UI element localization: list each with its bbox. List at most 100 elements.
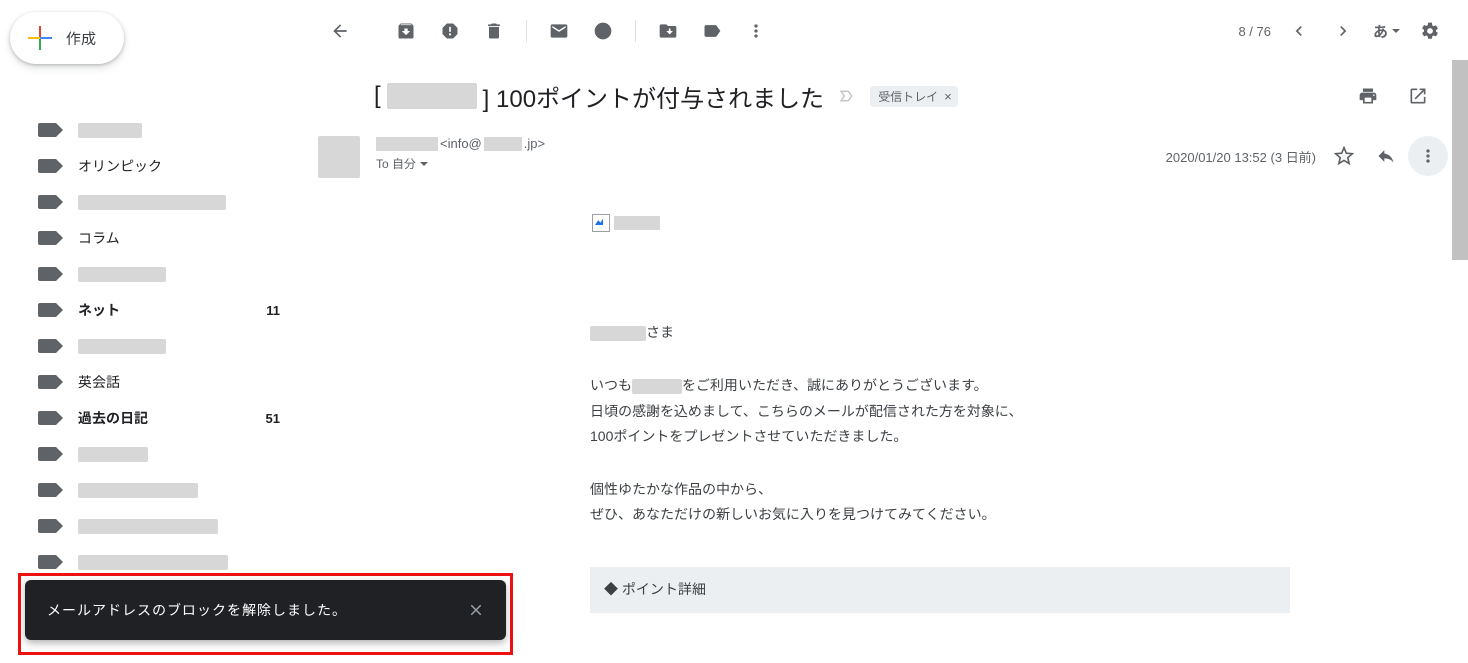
move-to-button[interactable] — [646, 9, 690, 53]
label-text — [78, 554, 280, 571]
message-more-button[interactable] — [1408, 136, 1448, 176]
chip-remove-icon[interactable]: × — [944, 89, 952, 104]
redacted-text — [387, 83, 477, 109]
print-button[interactable] — [1346, 74, 1390, 118]
sidebar-label[interactable]: 過去の日記51 — [0, 400, 300, 436]
label-text — [78, 518, 280, 535]
compose-button[interactable]: 作成 — [10, 12, 124, 64]
sidebar-label[interactable] — [0, 112, 300, 148]
chip-label: 受信トレイ — [878, 88, 938, 105]
open-new-window-button[interactable] — [1396, 74, 1440, 118]
important-icon[interactable] — [838, 88, 856, 104]
to-line[interactable]: To 自分 — [376, 155, 1166, 172]
label-chip-inbox[interactable]: 受信トレイ × — [870, 86, 958, 107]
toolbar: 8 / 76 あ — [300, 0, 1468, 62]
from-email-suffix: .jp> — [524, 136, 545, 151]
label-text: 英会話 — [78, 372, 280, 392]
redacted-text — [78, 555, 228, 570]
main: 8 / 76 あ [ ] 100ポイントが付与されました — [300, 0, 1468, 663]
archive-button[interactable] — [384, 9, 428, 53]
to-text: To 自分 — [376, 155, 416, 172]
from-line: <info@ .jp> — [376, 136, 1166, 151]
label-count: 51 — [266, 411, 280, 426]
label-icon — [38, 231, 56, 245]
label-icon — [38, 375, 56, 389]
redacted-text — [78, 123, 142, 138]
caret-down-icon — [420, 162, 428, 166]
labels-button[interactable] — [690, 9, 734, 53]
subject-row: [ ] 100ポイントが付与されました 受信トレイ × — [300, 62, 1468, 128]
label-text — [78, 194, 280, 211]
avatar — [318, 136, 360, 178]
settings-button[interactable] — [1408, 9, 1452, 53]
redacted-text — [78, 195, 226, 210]
more-actions-button[interactable] — [734, 9, 778, 53]
label-icon — [38, 159, 56, 173]
caret-down-icon — [1392, 29, 1400, 33]
label-icon — [38, 267, 56, 281]
plus-icon — [28, 26, 52, 50]
redacted-text — [78, 519, 218, 534]
sidebar-label[interactable]: ネット11 — [0, 292, 300, 328]
scrollbar[interactable] — [1452, 60, 1468, 260]
input-method-label: あ — [1373, 21, 1388, 42]
sidebar-label[interactable]: 英会話 — [0, 364, 300, 400]
reply-button[interactable] — [1366, 136, 1406, 176]
body-line: いつもをご利用いただき、誠にありがとうございます。 — [590, 373, 1290, 398]
body-line: 日頃の感謝を込めまして、こちらのメールが配信された方を対象に、 — [590, 399, 1290, 424]
broken-image-icon — [590, 212, 666, 234]
label-text — [78, 338, 280, 355]
redacted-text — [78, 483, 198, 498]
spam-button[interactable] — [428, 9, 472, 53]
toast-text: メールアドレスのブロックを解除しました。 — [47, 600, 347, 620]
toast-close-button[interactable] — [460, 594, 492, 626]
prev-message-button[interactable] — [1277, 9, 1321, 53]
message-counter: 8 / 76 — [1238, 24, 1271, 39]
redacted-text — [614, 216, 660, 230]
label-icon — [38, 411, 56, 425]
toast-highlight: メールアドレスのブロックを解除しました。 — [18, 573, 513, 655]
from-email-prefix: <info@ — [440, 136, 482, 151]
sidebar-label[interactable] — [0, 508, 300, 544]
star-button[interactable] — [1324, 136, 1364, 176]
label-icon — [38, 339, 56, 353]
label-count: 11 — [266, 303, 280, 318]
delete-button[interactable] — [472, 9, 516, 53]
sidebar-label[interactable]: オリンピック — [0, 148, 300, 184]
redacted-text — [484, 137, 522, 151]
label-icon — [38, 195, 56, 209]
sidebar-label[interactable] — [0, 328, 300, 364]
label-text — [78, 482, 280, 499]
message-body: さま いつもをご利用いただき、誠にありがとうございます。 日頃の感謝を込めまして… — [300, 182, 1468, 613]
redacted-text — [590, 326, 646, 341]
body-line: 個性ゆたかな作品の中から、 — [590, 477, 1290, 502]
label-text: ネット — [78, 300, 266, 320]
mark-unread-button[interactable] — [537, 9, 581, 53]
label-text — [78, 122, 280, 139]
sidebar-label[interactable] — [0, 436, 300, 472]
body-line: ぜひ、あなただけの新しいお気に入りを見つけてみてください。 — [590, 502, 1290, 527]
next-message-button[interactable] — [1321, 9, 1365, 53]
toast: メールアドレスのブロックを解除しました。 — [25, 580, 506, 640]
sidebar-label[interactable]: コラム — [0, 220, 300, 256]
sidebar-label[interactable] — [0, 472, 300, 508]
label-icon — [38, 483, 56, 497]
subject-text: ] 100ポイントが付与されました — [483, 79, 824, 114]
label-text — [78, 446, 280, 463]
message-date: 2020/01/20 13:52 (3 日前) — [1166, 147, 1316, 166]
redacted-text — [632, 379, 682, 394]
section-header: ◆ ポイント詳細 — [590, 567, 1290, 612]
subject: [ ] 100ポイントが付与されました — [374, 79, 824, 114]
redacted-text — [78, 267, 166, 282]
input-method-button[interactable]: あ — [1365, 21, 1408, 42]
redacted-text — [78, 447, 148, 462]
label-icon — [38, 123, 56, 137]
back-button[interactable] — [318, 9, 362, 53]
body-line: 100ポイントをプレゼントさせていただきました。 — [590, 424, 1290, 449]
label-text: オリンピック — [78, 156, 280, 176]
sidebar-label[interactable] — [0, 256, 300, 292]
snooze-button[interactable] — [581, 9, 625, 53]
sidebar-label[interactable] — [0, 184, 300, 220]
label-icon — [38, 303, 56, 317]
redacted-text — [376, 137, 438, 151]
